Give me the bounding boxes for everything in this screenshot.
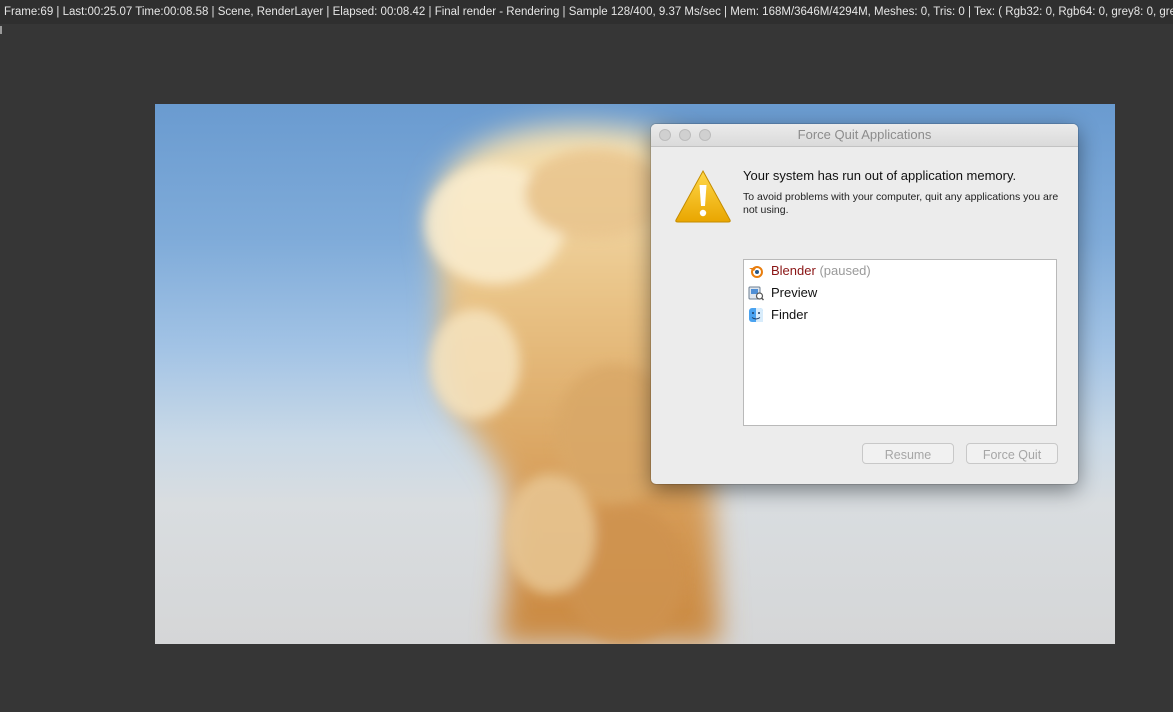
force-quit-dialog: Force Quit Applications Your system has … — [651, 124, 1078, 484]
app-row-blender[interactable]: Blender (paused) — [744, 260, 1056, 282]
dialog-message: To avoid problems with your computer, qu… — [743, 191, 1059, 216]
app-name-finder: Finder — [771, 307, 808, 322]
blender-icon — [749, 266, 763, 278]
app-name-blender: Blender (paused) — [771, 263, 871, 278]
preview-icon — [748, 286, 764, 301]
dialog-titlebar[interactable]: Force Quit Applications — [651, 124, 1078, 147]
dialog-heading: Your system has run out of application m… — [743, 168, 1017, 183]
app-status-paused: (paused) — [819, 263, 871, 278]
application-list[interactable]: Blender (paused) Preview Finder — [743, 259, 1057, 426]
resume-button[interactable]: Resume — [862, 443, 954, 464]
app-row-preview[interactable]: Preview — [744, 282, 1056, 304]
force-quit-button[interactable]: Force Quit — [966, 443, 1058, 464]
render-status-bar: Frame:69 | Last:00:25.07 Time:00:08.58 |… — [0, 0, 1173, 24]
dialog-title: Force Quit Applications — [797, 127, 932, 142]
cursor-marker — [0, 26, 2, 34]
app-row-finder[interactable]: Finder — [744, 304, 1056, 326]
warning-icon — [675, 169, 731, 223]
app-name-preview: Preview — [771, 285, 818, 300]
finder-icon — [749, 308, 763, 322]
